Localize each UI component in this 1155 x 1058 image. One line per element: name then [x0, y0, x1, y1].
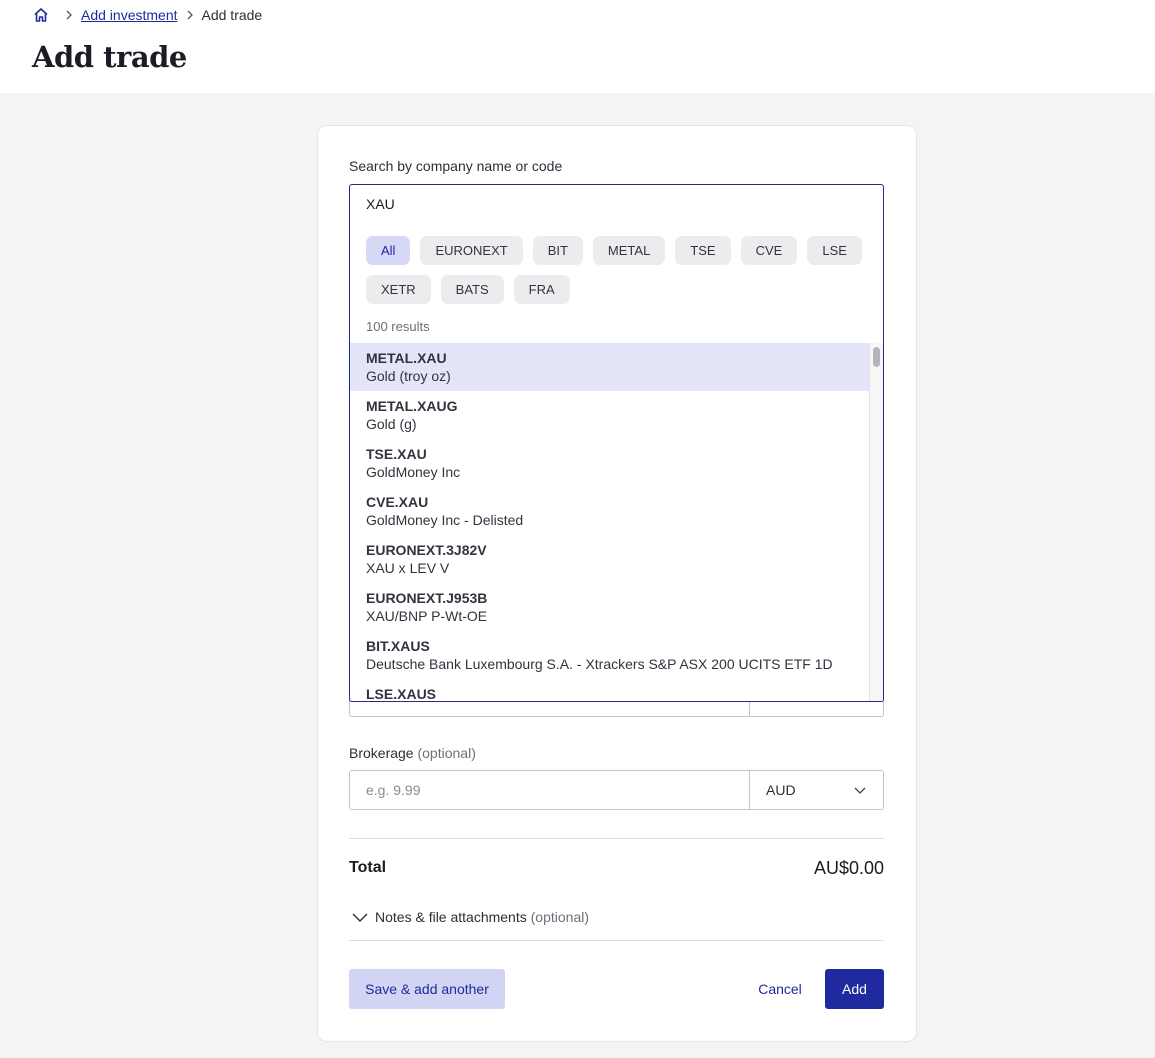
result-code: EURONEXT.3J82V	[366, 542, 853, 559]
result-code: CVE.XAU	[366, 494, 853, 511]
search-label: Search by company name or code	[349, 158, 562, 174]
chevron-right-icon	[182, 7, 198, 23]
breadcrumb-current: Add trade	[202, 7, 263, 23]
filter-chip-euronext[interactable]: EURONEXT	[420, 236, 522, 265]
notes-label: Notes & file attachments	[375, 909, 527, 925]
result-item[interactable]: METAL.XAU Gold (troy oz)	[350, 343, 869, 391]
hidden-field-bottom-edge	[349, 700, 884, 717]
brokerage-field: e.g. 9.99 AUD	[349, 770, 884, 810]
result-code: METAL.XAU	[366, 350, 853, 367]
breadcrumb: Add investment Add trade	[33, 6, 262, 24]
filter-chip-bit[interactable]: BIT	[533, 236, 583, 265]
search-input[interactable]: XAU	[349, 184, 884, 224]
result-name: Gold (troy oz)	[366, 367, 853, 385]
filter-chip-lse[interactable]: LSE	[807, 236, 862, 265]
result-code: METAL.XAUG	[366, 398, 853, 415]
brokerage-input[interactable]: e.g. 9.99	[350, 771, 750, 809]
result-item[interactable]: CVE.XAU GoldMoney Inc - Delisted	[350, 487, 869, 535]
add-button[interactable]: Add	[825, 969, 884, 1009]
filter-chip-fra[interactable]: FRA	[514, 275, 570, 304]
scrollbar-thumb[interactable]	[873, 347, 880, 367]
page-title: Add trade	[32, 40, 187, 74]
save-and-add-another-button[interactable]: Save & add another	[349, 969, 505, 1009]
result-name: XAU x LEV V	[366, 559, 853, 577]
result-item[interactable]: EURONEXT.3J82V XAU x LEV V	[350, 535, 869, 583]
total-value: AU$0.00	[734, 858, 884, 879]
total-label: Total	[349, 859, 386, 877]
filter-chip-all[interactable]: All	[366, 236, 410, 265]
brokerage-placeholder: e.g. 9.99	[366, 782, 421, 798]
filter-chip-xetr[interactable]: XETR	[366, 275, 431, 304]
chevron-down-icon	[853, 783, 867, 797]
divider	[349, 838, 884, 839]
chevron-down-icon	[351, 910, 369, 924]
result-item[interactable]: METAL.XAUG Gold (g)	[350, 391, 869, 439]
notes-optional: (optional)	[531, 909, 589, 925]
filter-chip-bats[interactable]: BATS	[441, 275, 504, 304]
results-list: METAL.XAU Gold (troy oz) METAL.XAUG Gold…	[350, 343, 869, 702]
result-name: XAU/BNP P-Wt-OE	[366, 607, 853, 625]
results-scrollbar[interactable]	[869, 343, 884, 702]
chevron-right-icon	[61, 7, 77, 23]
result-name: GoldMoney Inc - Delisted	[366, 511, 853, 529]
filter-chip-metal[interactable]: METAL	[593, 236, 665, 265]
result-name: Deutsche Bank Luxembourg S.A. - Xtracker…	[366, 655, 853, 673]
result-code: LSE.XAUS	[366, 686, 853, 702]
result-name: Gold (g)	[366, 415, 853, 433]
result-code: BIT.XAUS	[366, 638, 853, 655]
brokerage-label: Brokerage (optional)	[349, 745, 476, 761]
filter-chip-tse[interactable]: TSE	[675, 236, 730, 265]
filter-chip-cve[interactable]: CVE	[741, 236, 798, 265]
divider	[349, 940, 884, 941]
breadcrumb-link-add-investment[interactable]: Add investment	[81, 7, 178, 23]
result-item[interactable]: TSE.XAU GoldMoney Inc	[350, 439, 869, 487]
result-item[interactable]: BIT.XAUS Deutsche Bank Luxembourg S.A. -…	[350, 631, 869, 679]
exchange-filter-chips: All EURONEXT BIT METAL TSE CVE LSE XETR …	[366, 236, 866, 304]
result-name: GoldMoney Inc	[366, 463, 853, 481]
search-results-dropdown: All EURONEXT BIT METAL TSE CVE LSE XETR …	[349, 223, 884, 702]
result-item[interactable]: EURONEXT.J953B XAU/BNP P-Wt-OE	[350, 583, 869, 631]
result-item[interactable]: LSE.XAUS	[350, 679, 869, 702]
results-count: 100 results	[366, 319, 430, 334]
notes-toggle[interactable]: Notes & file attachments (optional)	[351, 909, 589, 925]
result-code: EURONEXT.J953B	[366, 590, 853, 607]
search-input-value: XAU	[366, 196, 395, 212]
home-icon[interactable]	[33, 7, 49, 23]
cancel-button[interactable]: Cancel	[748, 969, 812, 1009]
page-header: Add investment Add trade Add trade	[0, 0, 1155, 93]
result-code: TSE.XAU	[366, 446, 853, 463]
currency-select[interactable]: AUD	[750, 771, 883, 809]
currency-value: AUD	[766, 782, 796, 798]
